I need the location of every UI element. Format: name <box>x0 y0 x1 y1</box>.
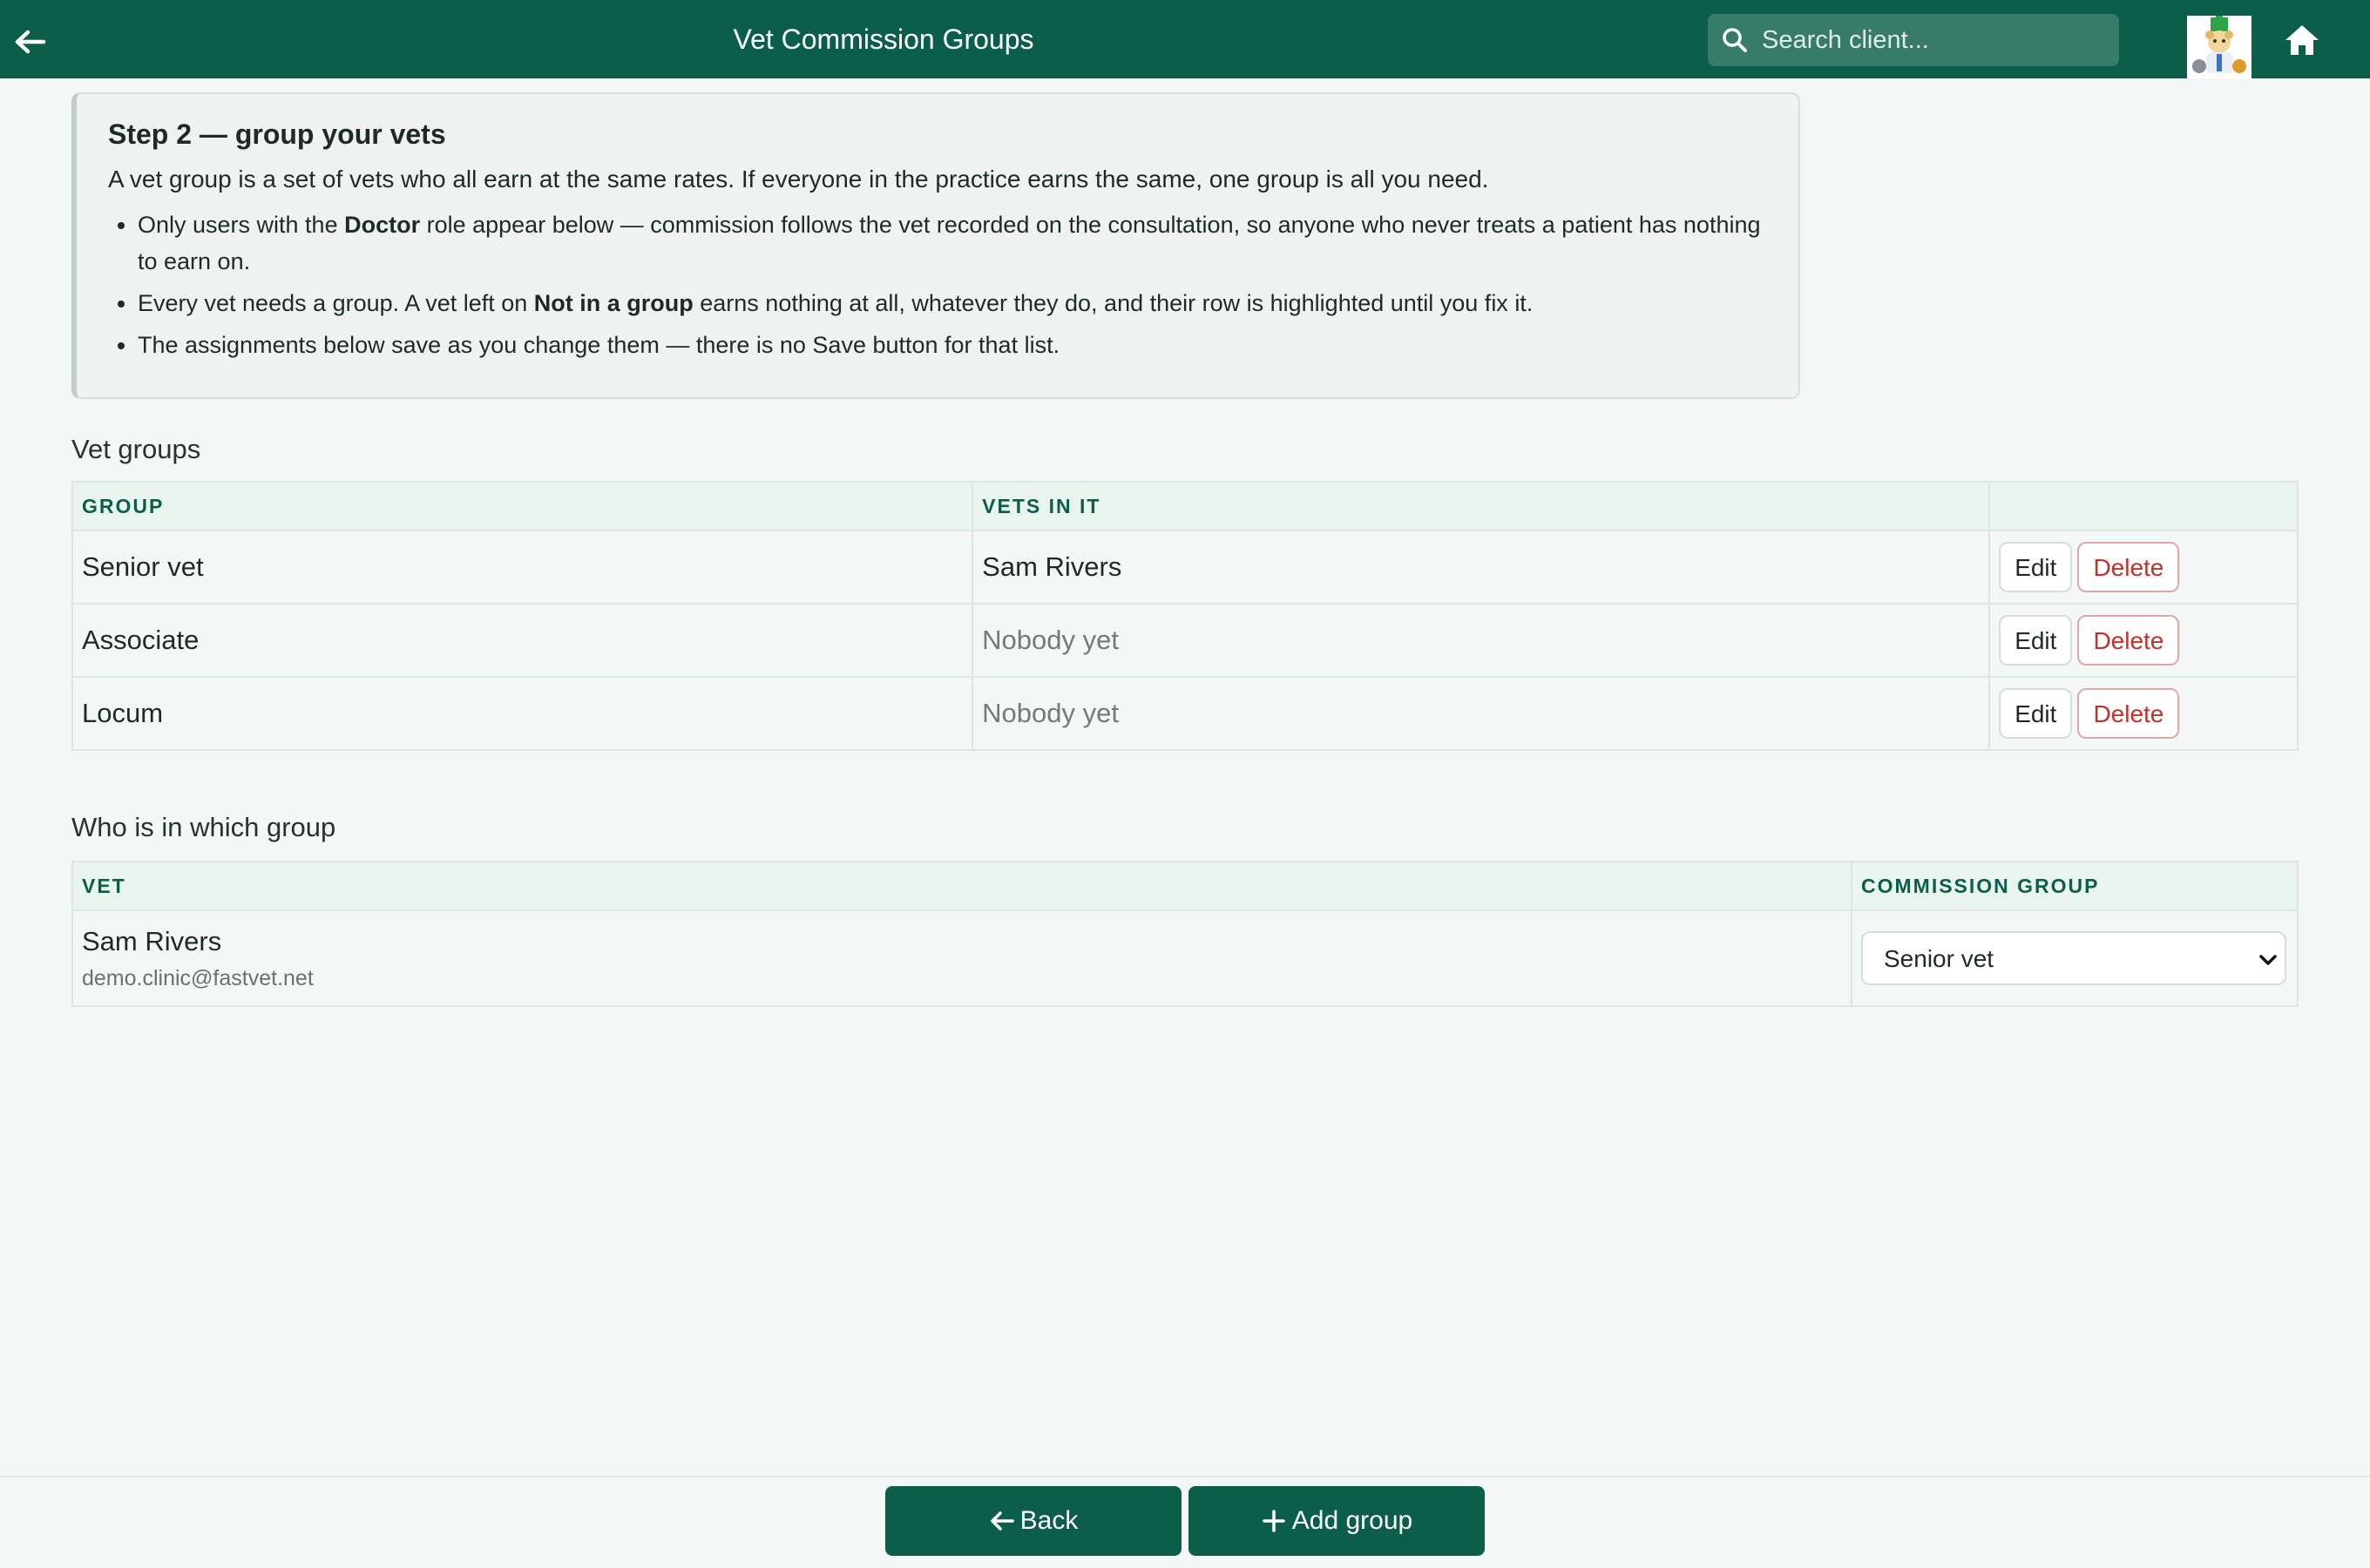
edit-button[interactable]: Edit <box>1999 688 2073 739</box>
info-panel: Step 2 — group your vets A vet group is … <box>71 92 1800 399</box>
group-name: Associate <box>71 603 974 678</box>
group-vets: Sam Rivers <box>972 530 1991 605</box>
info-intro: A vet group is a set of vets who all ear… <box>108 166 1489 193</box>
vet-groups-table: GROUP VETS IN IT Senior vet Sam Rivers E… <box>71 481 2299 751</box>
column-header-actions <box>1988 481 2299 531</box>
commission-group-cell: Senior vet <box>1851 909 2299 1007</box>
vet-name: Sam Rivers <box>82 925 222 956</box>
column-header-vets: VETS IN IT <box>972 481 1991 531</box>
column-header-vet: VET <box>71 861 1852 911</box>
plus-icon <box>1263 1510 1285 1532</box>
info-bullet: The assignments below save as you change… <box>138 327 1767 363</box>
delete-button[interactable]: Delete <box>2077 688 2180 739</box>
table-row: Senior vet Sam Rivers Edit Delete <box>71 530 2299 605</box>
table-row: Sam Rivers demo.clinic@fastvet.net Senio… <box>71 909 2299 1007</box>
top-bar: Vet Commission Groups <box>0 0 2370 78</box>
edit-button[interactable]: Edit <box>1999 542 2073 592</box>
assignments-table: VET COMMISSION GROUP Sam Rivers demo.cli… <box>71 861 2299 1007</box>
column-header-commission-group: COMMISSION GROUP <box>1851 861 2299 911</box>
group-vets: Nobody yet <box>972 676 1991 751</box>
arrow-left-icon <box>990 1511 1014 1531</box>
vet-groups-title: Vet groups <box>71 434 201 464</box>
table-header-row: GROUP VETS IN IT <box>71 481 2299 531</box>
back-arrow-icon[interactable] <box>12 24 47 59</box>
vet-cell: Sam Rivers demo.clinic@fastvet.net <box>71 909 1852 1007</box>
edit-button[interactable]: Edit <box>1999 615 2073 666</box>
table-row: Locum Nobody yet Edit Delete <box>71 676 2299 751</box>
delete-button[interactable]: Delete <box>2077 542 2180 592</box>
info-heading: Step 2 — group your vets <box>108 118 446 150</box>
assignments-title: Who is in which group <box>71 812 336 842</box>
footer-bar: Back Add group <box>0 1476 2370 1568</box>
add-group-button[interactable]: Add group <box>1188 1486 1485 1556</box>
info-bullet: Every vet needs a group. A vet left on N… <box>138 285 1767 321</box>
back-button-label: Back <box>1019 1506 1079 1535</box>
home-icon[interactable] <box>2283 23 2321 57</box>
group-actions: Edit Delete <box>1988 676 2299 751</box>
column-header-group: GROUP <box>71 481 974 531</box>
vet-mascot-icon <box>2192 16 2246 73</box>
group-vets: Nobody yet <box>972 603 1991 678</box>
back-button[interactable]: Back <box>885 1486 1182 1556</box>
group-actions: Edit Delete <box>1988 603 2299 678</box>
table-header-row: VET COMMISSION GROUP <box>71 861 2299 911</box>
search-box[interactable] <box>1708 14 2119 66</box>
group-actions: Edit Delete <box>1988 530 2299 605</box>
add-group-button-label: Add group <box>1291 1506 1413 1535</box>
search-icon <box>1723 28 1747 52</box>
page-title: Vet Commission Groups <box>733 24 1034 55</box>
clinic-logo <box>2187 16 2252 78</box>
info-bullet: Only users with the Doctor role appear b… <box>138 206 1767 280</box>
vet-email: demo.clinic@fastvet.net <box>82 965 314 990</box>
search-input[interactable] <box>1748 14 2119 66</box>
group-name: Locum <box>71 676 974 751</box>
delete-button[interactable]: Delete <box>2077 615 2180 666</box>
info-bullets: Only users with the Doctor role appear b… <box>108 206 1767 363</box>
group-name: Senior vet <box>71 530 974 605</box>
commission-group-select[interactable]: Senior vet <box>1861 931 2286 985</box>
table-row: Associate Nobody yet Edit Delete <box>71 603 2299 678</box>
selected-group: Senior vet <box>1884 945 1994 972</box>
chevron-down-icon <box>2259 955 2277 965</box>
